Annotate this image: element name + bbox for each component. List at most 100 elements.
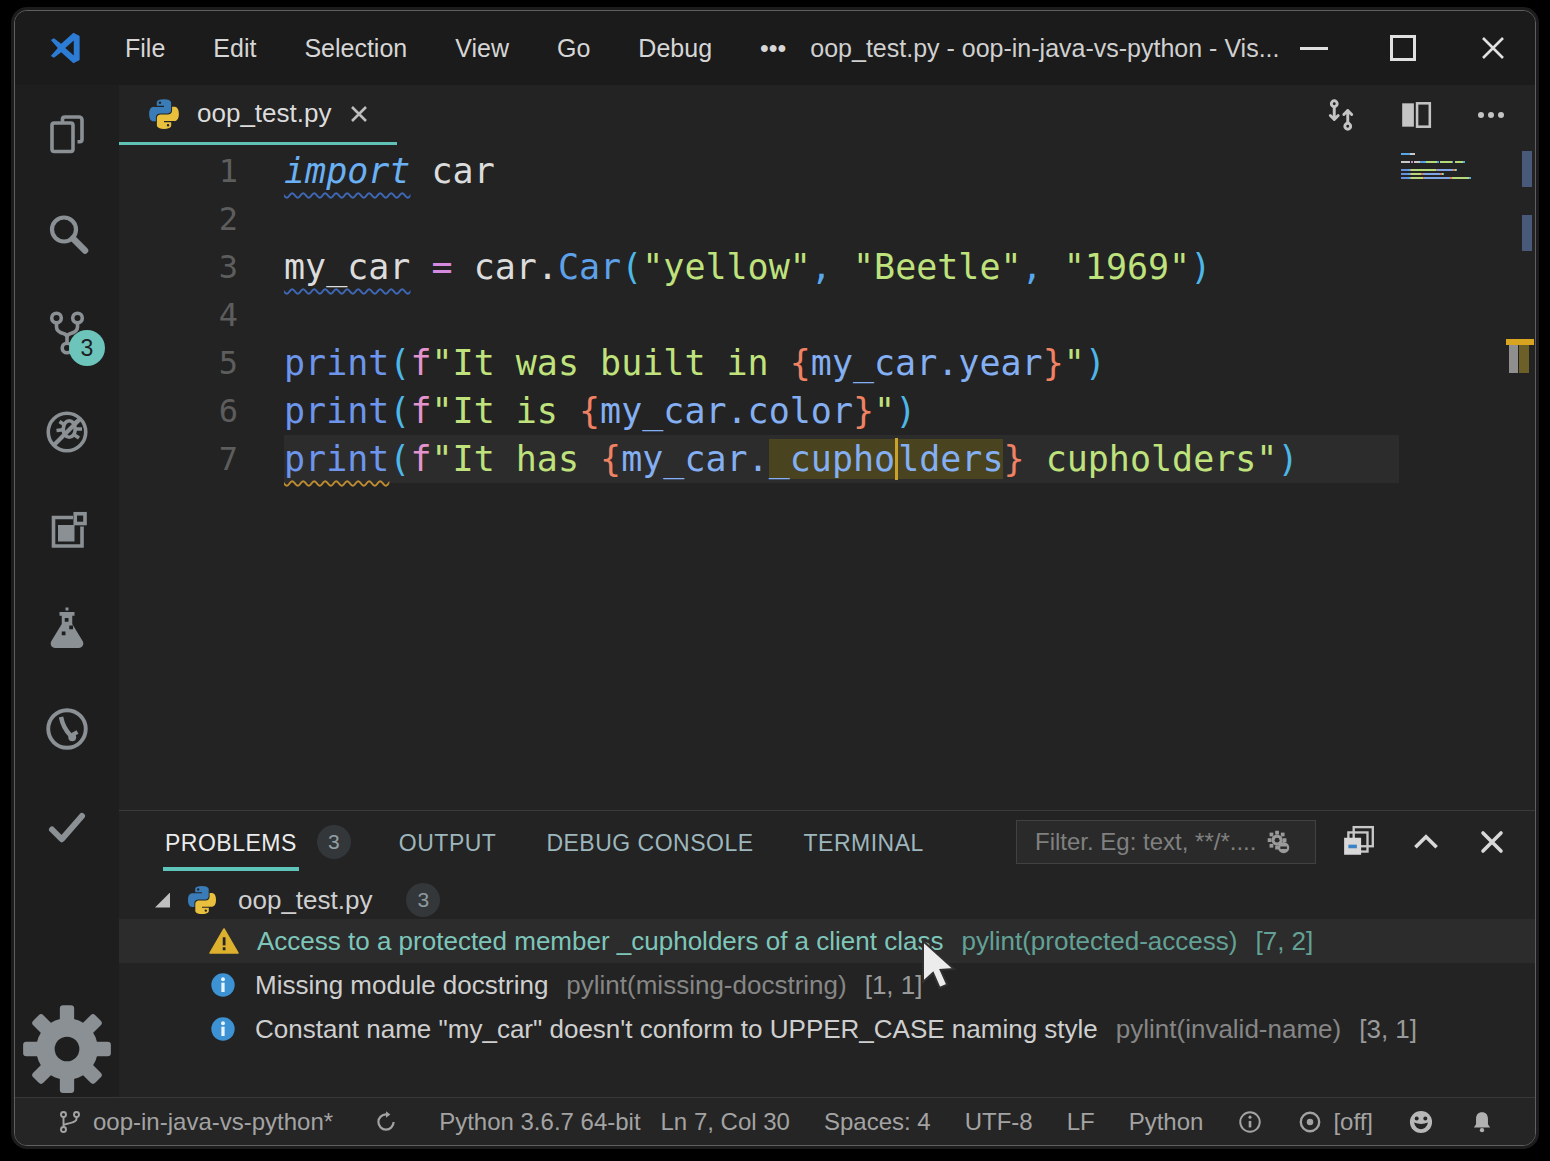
code-token <box>1043 247 1064 287</box>
screencast-status[interactable]: [off] <box>1297 1108 1373 1136</box>
code-token: " <box>1064 343 1085 383</box>
record-icon <box>1297 1109 1323 1135</box>
minimize-button[interactable] <box>1300 47 1328 50</box>
close-button[interactable] <box>1478 33 1508 63</box>
tab-close-icon[interactable] <box>347 102 371 126</box>
code-line-2[interactable] <box>284 195 1399 243</box>
panel-tabs: PROBLEMS3 OUTPUT DEBUG CONSOLE TERMINAL <box>163 811 972 873</box>
menu-go[interactable]: Go <box>533 24 614 73</box>
menubar: FileEditSelectionViewGoDebug••• <box>101 24 810 73</box>
info-icon <box>209 1015 237 1043</box>
code-line-6[interactable]: print(f"It is {my_car.color}") <box>284 387 1399 435</box>
notifications-bell[interactable] <box>1469 1109 1495 1135</box>
panel-tab-label: OUTPUT <box>397 814 499 871</box>
restore-panel-icon[interactable] <box>1342 825 1376 859</box>
source-control-icon[interactable]: 3 <box>15 283 119 382</box>
code-line-3[interactable]: my_car = car.Car("yellow", "Beetle", "19… <box>284 243 1399 291</box>
info-icon <box>209 971 237 999</box>
minimap-line <box>1401 177 1471 181</box>
feedback-smiley[interactable] <box>1407 1108 1435 1136</box>
git-branch-icon <box>57 1109 83 1135</box>
git-branch-status[interactable]: oop-in-java-vs-python* <box>57 1108 333 1136</box>
code-content[interactable]: import car my_car = car.Car("yellow", "Be… <box>284 145 1399 810</box>
tasks-check-icon[interactable] <box>15 778 119 877</box>
extensions-icon[interactable] <box>15 481 119 580</box>
indentation-status[interactable]: Spaces: 4 <box>824 1108 931 1136</box>
code-editor[interactable]: 1234567 import carmy_car = car.Car("yell… <box>119 145 1535 810</box>
problem-row[interactable]: Missing module docstringpylint(missing-d… <box>119 963 1535 1007</box>
maximize-button[interactable] <box>1390 35 1416 61</box>
code-token: my_car <box>284 247 410 287</box>
language-status[interactable]: Python <box>1129 1108 1204 1136</box>
debug-disabled-icon[interactable] <box>15 382 119 481</box>
code-token <box>453 247 474 287</box>
tab-oop-test-py[interactable]: oop_test.py <box>119 85 397 145</box>
problem-position: [7, 2] <box>1255 926 1313 957</box>
filter-settings-icon[interactable] <box>1263 827 1293 857</box>
menu-debug[interactable]: Debug <box>614 24 736 73</box>
info-status[interactable] <box>1237 1109 1263 1135</box>
panel-tab-output[interactable]: OUTPUT <box>397 811 499 873</box>
code-line-1[interactable]: import car <box>284 147 1399 195</box>
panel-tab-debug-console[interactable]: DEBUG CONSOLE <box>544 811 755 873</box>
titlebar: FileEditSelectionViewGoDebug••• oop_test… <box>15 11 1535 85</box>
code-token: ( <box>389 439 410 479</box>
code-line-7[interactable]: print(f"It has {my_car._cupholders} cuph… <box>284 435 1399 483</box>
problem-source: pylint(invalid-name) <box>1116 1014 1341 1045</box>
minimap[interactable] <box>1399 145 1535 810</box>
problems-filter[interactable] <box>1016 820 1316 864</box>
menu-view[interactable]: View <box>431 24 533 73</box>
menu-•••[interactable]: ••• <box>736 24 810 73</box>
bell-icon <box>1469 1109 1495 1135</box>
code-token: car. <box>474 247 558 287</box>
sync-status[interactable] <box>373 1109 399 1135</box>
close-panel-icon[interactable] <box>1476 826 1508 858</box>
panel-tab-problems[interactable]: PROBLEMS3 <box>163 811 351 873</box>
problem-source: pylint(missing-docstring) <box>566 970 846 1001</box>
test-flask-icon[interactable] <box>15 580 119 679</box>
encoding-status[interactable]: UTF-8 <box>965 1108 1033 1136</box>
problem-row[interactable]: Access to a protected member _cupholders… <box>119 919 1535 963</box>
more-actions-icon[interactable] <box>1473 97 1509 133</box>
problem-row[interactable]: Constant name "my_car" doesn't conform t… <box>119 1007 1535 1051</box>
problem-source: pylint(protected-access) <box>961 926 1237 957</box>
python-interpreter-status[interactable]: Python 3.6.7 64-bit <box>439 1108 640 1136</box>
panel-tab-label: PROBLEMS <box>163 814 299 871</box>
maximize-panel-icon[interactable] <box>1409 825 1443 859</box>
vscode-logo-icon <box>47 30 83 66</box>
menu-file[interactable]: File <box>101 24 189 73</box>
minimap-code <box>1401 153 1471 181</box>
code-token: { <box>600 439 621 479</box>
code-token: print <box>284 391 389 431</box>
filter-input[interactable] <box>1033 827 1263 857</box>
search-icon[interactable] <box>15 184 119 283</box>
overview-ruler-cursor-mark <box>1509 345 1518 373</box>
mouse-cursor <box>920 940 966 992</box>
code-line-4[interactable] <box>284 291 1399 339</box>
panel-tab-terminal[interactable]: TERMINAL <box>802 811 926 873</box>
problem-position: [3, 1] <box>1359 1014 1417 1045</box>
overview-ruler-mark <box>1522 151 1532 187</box>
explorer-icon[interactable] <box>15 85 119 184</box>
line-number: 4 <box>119 291 238 339</box>
python-file-icon <box>186 884 218 916</box>
code-token: print <box>284 343 389 383</box>
code-tour-icon[interactable] <box>15 679 119 778</box>
split-editor-icon[interactable] <box>1399 98 1433 132</box>
twistie-expanded-icon[interactable] <box>155 893 170 908</box>
code-token: } <box>853 391 874 431</box>
menu-edit[interactable]: Edit <box>189 24 280 73</box>
cursor-position-status[interactable]: Ln 7, Col 30 <box>661 1108 790 1136</box>
code-token: "yellow" <box>642 247 811 287</box>
menu-selection[interactable]: Selection <box>280 24 431 73</box>
code-token: my_car.year <box>811 343 1043 383</box>
code-token: , <box>1022 247 1043 287</box>
code-token: "It is <box>432 391 580 431</box>
toggle-changes-icon[interactable] <box>1323 97 1359 133</box>
status-bar: oop-in-java-vs-python* Python 3.6.7 64-b… <box>15 1097 1535 1145</box>
code-line-5[interactable]: print(f"It was built in {my_car.year}") <box>284 339 1399 387</box>
code-token: ) <box>1190 247 1211 287</box>
eol-status[interactable]: LF <box>1067 1108 1095 1136</box>
settings-gear-icon[interactable] <box>15 1001 119 1097</box>
problems-file-group[interactable]: oop_test.py 3 <box>119 881 1535 919</box>
